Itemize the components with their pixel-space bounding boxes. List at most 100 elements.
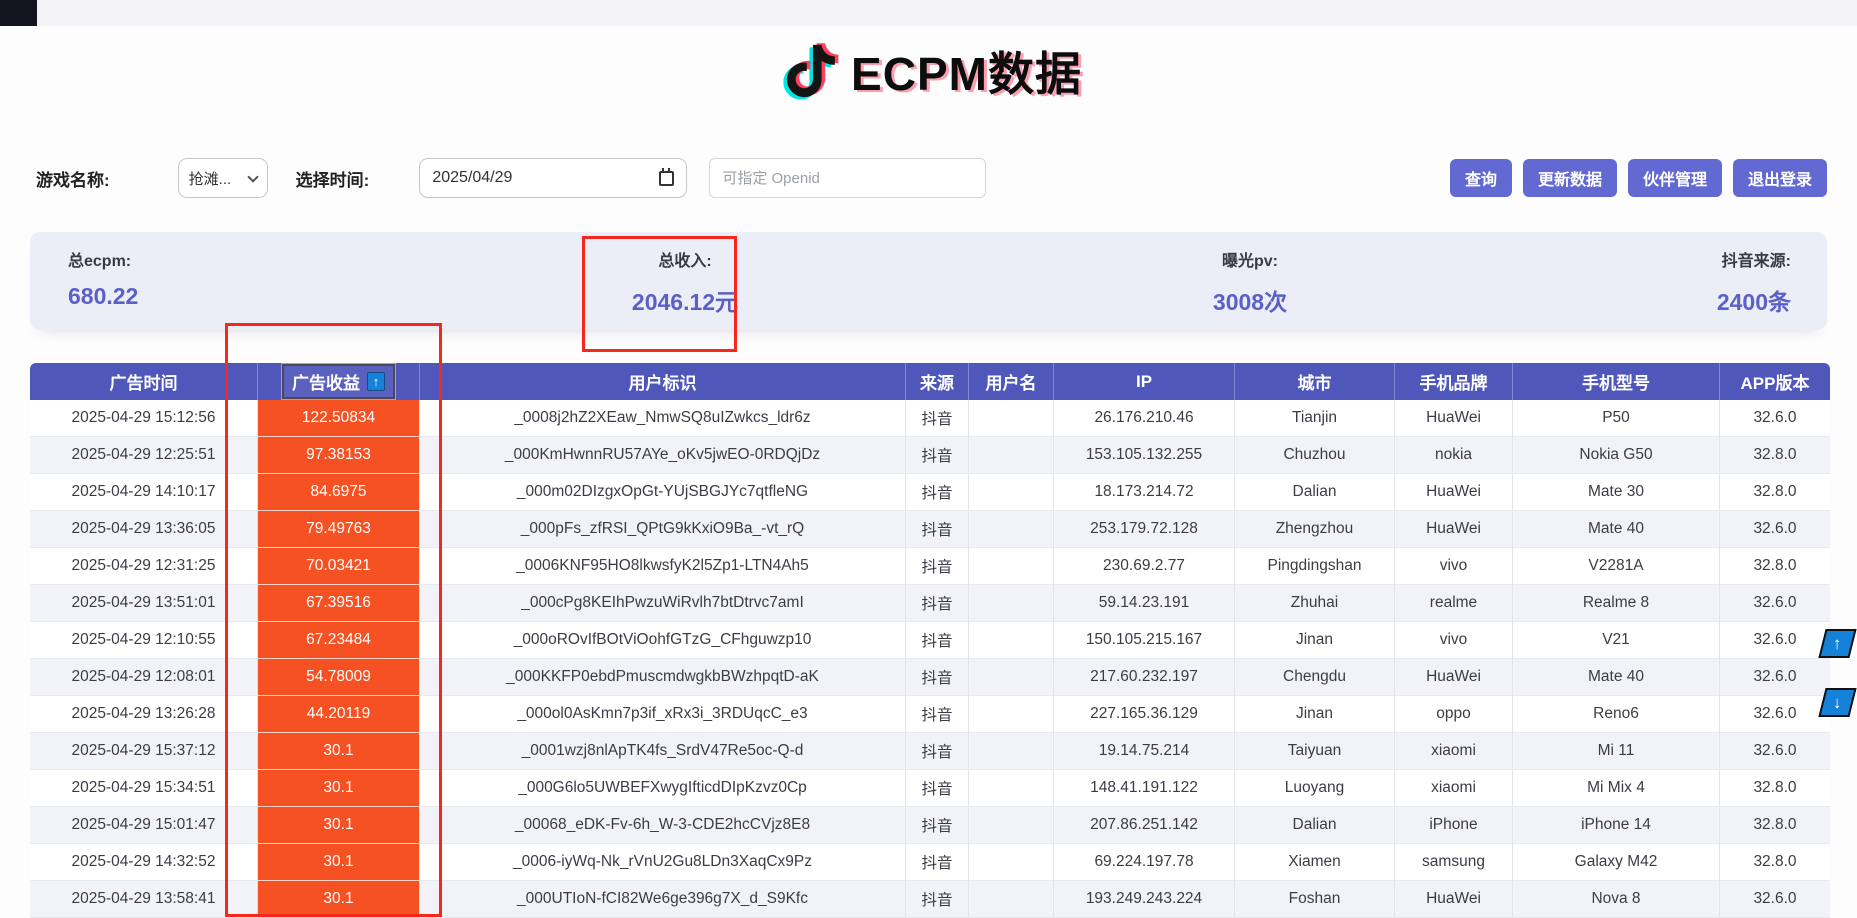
scroll-down-button[interactable]: ↓ [1818,688,1856,717]
cell-ad-revenue: 30.1 [258,844,420,881]
cell-username [969,548,1054,585]
cell-phone-brand: realme [1395,585,1513,622]
cell-ad-revenue: 67.23484 [258,622,420,659]
update-data-button[interactable]: 更新数据 [1523,159,1617,197]
cell-phone-brand: xiaomi [1395,770,1513,807]
ecpm-data-page: ECPM数据 游戏名称: 抢滩... 选择时间: 2025/04/29 查询 更… [0,0,1857,918]
header-ad-revenue[interactable]: 广告收益 ↑ [258,363,420,400]
cell-ad-time: 2025-04-29 15:01:47 [30,807,258,844]
cell-source: 抖音 [906,807,969,844]
cell-ad-revenue: 44.20119 [258,696,420,733]
table-row: 2025-04-29 12:08:0154.78009_000KKFP0ebdP… [30,659,1830,696]
table-row: 2025-04-29 14:32:5230.1_0006-iyWq-Nk_rVn… [30,844,1830,881]
cell-username [969,511,1054,548]
date-value: 2025/04/29 [432,169,512,187]
cell-city: Dalian [1235,807,1395,844]
cell-ip: 253.179.72.128 [1054,511,1235,548]
cell-username [969,622,1054,659]
query-button[interactable]: 查询 [1450,159,1512,197]
cell-source: 抖音 [906,548,969,585]
cell-username [969,844,1054,881]
stat-total-ecpm: 总ecpm: 680.22 [68,247,138,310]
cell-app-version: 32.6.0 [1720,881,1830,918]
header-openid[interactable]: 用户标识 [420,363,906,400]
header-app-version[interactable]: APP版本 [1720,363,1830,400]
cell-ip: 217.60.232.197 [1054,659,1235,696]
cell-username [969,659,1054,696]
table-row: 2025-04-29 14:10:1784.6975_000m02DIzgxOp… [30,474,1830,511]
cell-openid: _0001wzj8nlApTK4fs_SrdV47Re5oc-Q-d [420,733,906,770]
header-phone-brand[interactable]: 手机品牌 [1395,363,1513,400]
cell-ad-revenue: 30.1 [258,881,420,918]
calendar-icon[interactable] [659,171,674,186]
table-row: 2025-04-29 12:31:2570.03421_0006KNF95HO8… [30,548,1830,585]
toolbar: 游戏名称: 抢滩... 选择时间: 2025/04/29 查询 更新数据 伙伴管… [36,157,1827,199]
table-header-row: 广告时间 广告收益 ↑ 用户标识 来源 用户名 IP 城市 手机品牌 手机型号 … [30,363,1830,400]
cell-source: 抖音 [906,622,969,659]
header-source[interactable]: 来源 [906,363,969,400]
cell-ip: 227.165.36.129 [1054,696,1235,733]
cell-openid: _000m02DIzgxOpGt-YUjSBGJYc7qtfleNG [420,474,906,511]
cell-phone-model: V21 [1513,622,1720,659]
cell-ad-time: 2025-04-29 13:51:01 [30,585,258,622]
header-ip[interactable]: IP [1054,363,1235,400]
cell-phone-brand: HuaWei [1395,511,1513,548]
up-arrow-icon: ↑ [1833,634,1842,654]
cell-ad-revenue: 67.39516 [258,585,420,622]
cell-source: 抖音 [906,696,969,733]
cell-app-version: 32.8.0 [1720,844,1830,881]
cell-phone-brand: HuaWei [1395,659,1513,696]
cell-phone-brand: vivo [1395,548,1513,585]
cell-app-version: 32.6.0 [1720,659,1830,696]
openid-input[interactable] [709,158,986,198]
header-city[interactable]: 城市 [1235,363,1395,400]
logout-button[interactable]: 退出登录 [1733,159,1827,197]
cell-username [969,400,1054,437]
header-ad-time[interactable]: 广告时间 [30,363,258,400]
table-row: 2025-04-29 15:34:5130.1_000G6lo5UWBEFXwy… [30,770,1830,807]
cell-phone-model: Mate 30 [1513,474,1720,511]
cell-ad-time: 2025-04-29 14:10:17 [30,474,258,511]
cell-phone-brand: oppo [1395,696,1513,733]
cell-city: Zhuhai [1235,585,1395,622]
cell-ad-revenue: 30.1 [258,770,420,807]
stat-label: 曝光pv: [1150,247,1350,271]
tiktok-note-icon [775,34,841,108]
partner-manage-button[interactable]: 伙伴管理 [1628,159,1722,197]
cell-username [969,437,1054,474]
header-phone-model[interactable]: 手机型号 [1513,363,1720,400]
cell-openid: _000KmHwnnRU57AYe_oKv5jwEO-0RDQjDz [420,437,906,474]
cell-openid: _000UTIoN-fCI82We6ge396g7X_d_S9Kfc [420,881,906,918]
scroll-up-button[interactable]: ↑ [1818,629,1856,658]
cell-source: 抖音 [906,585,969,622]
cell-app-version: 32.6.0 [1720,400,1830,437]
cell-username [969,881,1054,918]
cell-app-version: 32.8.0 [1720,807,1830,844]
select-time-label: 选择时间: [296,166,370,191]
cell-city: Chengdu [1235,659,1395,696]
header-ad-revenue-focus[interactable]: 广告收益 ↑ [282,364,395,399]
cell-ip: 26.176.210.46 [1054,400,1235,437]
cell-city: Tianjin [1235,400,1395,437]
cell-source: 抖音 [906,474,969,511]
table-row: 2025-04-29 13:26:2844.20119_000ol0AsKmn7… [30,696,1830,733]
cell-ad-time: 2025-04-29 15:12:56 [30,400,258,437]
header-username[interactable]: 用户名 [969,363,1054,400]
chevron-down-icon [247,171,258,182]
cell-ip: 230.69.2.77 [1054,548,1235,585]
cell-phone-model: Mate 40 [1513,659,1720,696]
cell-username [969,770,1054,807]
game-select[interactable]: 抢滩... [178,158,268,198]
date-input[interactable]: 2025/04/29 [419,158,687,198]
cell-city: Jinan [1235,696,1395,733]
cell-ad-time: 2025-04-29 15:37:12 [30,733,258,770]
cell-username [969,807,1054,844]
cell-phone-model: Nova 8 [1513,881,1720,918]
cell-ad-time: 2025-04-29 12:10:55 [30,622,258,659]
cell-username [969,585,1054,622]
sort-ascending-icon[interactable]: ↑ [367,372,385,391]
top-strip [0,0,1857,26]
stat-douyin-source: 抖音来源: 2400条 [1717,247,1791,317]
table-row: 2025-04-29 12:25:5197.38153_000KmHwnnRU5… [30,437,1830,474]
cell-ad-time: 2025-04-29 15:34:51 [30,770,258,807]
